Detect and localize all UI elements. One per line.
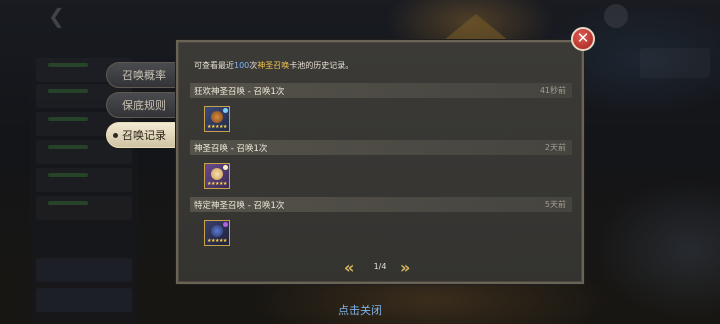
record-title: 神圣召唤 - 召唤1次 xyxy=(194,144,268,154)
history-description: 可查看最近100次神圣召唤卡池的历史记录。 xyxy=(194,60,353,71)
tab-label: 保底规则 xyxy=(122,99,166,112)
record-time: 5天前 xyxy=(544,200,566,209)
description-text: 卡池的历史记录。 xyxy=(289,61,354,70)
record-count: 100 xyxy=(234,61,250,70)
record-header: 特定神圣召唤 - 召唤1次 5天前 xyxy=(190,197,572,212)
tab-label: 召唤概率 xyxy=(122,69,166,82)
close-x-icon[interactable]: ✕ xyxy=(571,27,595,51)
record-time: 2天前 xyxy=(544,143,566,152)
tap-to-close-text[interactable]: 点击关闭 xyxy=(0,302,720,318)
hero-portrait-armored-icon[interactable]: ★★★★★ xyxy=(204,106,230,132)
summon-history-panel: 可查看最近100次神圣召唤卡池的历史记录。 狂欢神圣召唤 - 召唤1次 41秒前… xyxy=(176,40,584,284)
tab-active-dot xyxy=(113,133,118,138)
pool-name: 神圣召唤 xyxy=(257,61,290,70)
record-header: 神圣召唤 - 召唤1次 2天前 xyxy=(190,140,572,155)
description-text: 可查看最近 xyxy=(194,61,234,70)
page-indicator: 1/4 xyxy=(373,262,387,271)
hero-portrait-blonde-icon[interactable]: ★★★★★ xyxy=(204,163,230,189)
record-title: 特定神圣召唤 - 召唤1次 xyxy=(194,201,285,211)
pagination: « 1/4 » xyxy=(178,258,582,278)
record-header: 狂欢神圣召唤 - 召唤1次 41秒前 xyxy=(190,83,572,98)
tab-summon-history[interactable]: 召唤记录 xyxy=(106,122,178,148)
tab-pity-rules[interactable]: 保底规则 xyxy=(106,92,178,118)
hero-portrait-dark-icon[interactable]: ★★★★★ xyxy=(204,220,230,246)
tab-label: 召唤记录 xyxy=(122,129,166,142)
tab-summon-rates[interactable]: 召唤概率 xyxy=(106,62,178,88)
double-chevron-right-icon[interactable]: » xyxy=(400,258,410,278)
record-title: 狂欢神圣召唤 - 召唤1次 xyxy=(194,87,285,97)
record-time: 41秒前 xyxy=(539,86,566,95)
